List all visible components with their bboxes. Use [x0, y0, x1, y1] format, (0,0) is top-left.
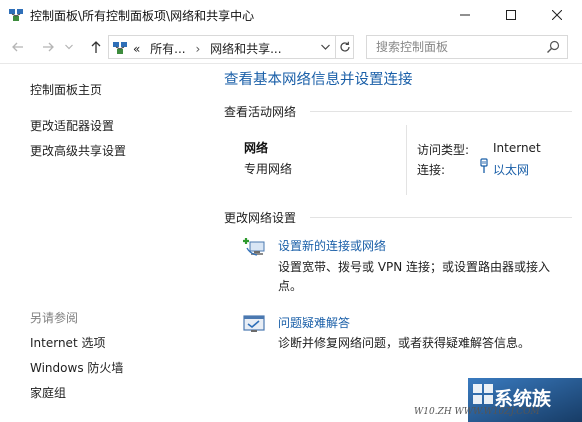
- section-divider: [310, 111, 572, 112]
- ethernet-connection-link[interactable]: 以太网: [493, 161, 529, 178]
- address-dropdown-button[interactable]: [315, 36, 335, 58]
- breadcrumb-overflow[interactable]: «: [133, 42, 140, 56]
- refresh-icon: [340, 41, 350, 52]
- sidebar-link-windows-firewall[interactable]: Windows 防火墙: [30, 359, 123, 376]
- title-bar: 控制面板\所有控制面板项\网络和共享中心: [0, 0, 582, 30]
- troubleshoot-description: 诊断并修复网络问题，或者获得疑难解答信息。: [278, 336, 531, 350]
- setup-new-connection-link[interactable]: 设置新的连接或网络: [278, 237, 386, 254]
- sidebar-link-control-panel-home[interactable]: 控制面板主页: [30, 81, 102, 98]
- up-button[interactable]: [86, 37, 106, 57]
- access-type-value: Internet: [493, 141, 541, 155]
- sidebar-link-homegroup[interactable]: 家庭组: [30, 384, 66, 401]
- access-type-label: 访问类型:: [417, 143, 470, 157]
- network-category: 专用网络: [244, 162, 293, 176]
- search-box[interactable]: [366, 35, 568, 59]
- minimize-icon: [460, 14, 470, 16]
- sidebar-link-internet-options[interactable]: Internet 选项: [30, 334, 105, 351]
- breadcrumb-item[interactable]: 所有...: [150, 42, 185, 56]
- search-icon[interactable]: [545, 39, 561, 55]
- maximize-button[interactable]: [488, 0, 534, 30]
- search-input[interactable]: [367, 36, 543, 58]
- refresh-button[interactable]: [335, 36, 354, 58]
- page-title: 查看基本网络信息并设置连接: [224, 72, 413, 88]
- window-title: 控制面板\所有控制面板项\网络和共享中心: [30, 9, 255, 23]
- navigation-bar: « 所有... › 网络和共享...: [0, 30, 582, 64]
- chevron-down-icon: [65, 44, 73, 50]
- network-name: 网络: [244, 141, 269, 155]
- change-settings-heading: 更改网络设置: [224, 211, 297, 225]
- section-divider: [310, 217, 572, 218]
- breadcrumb: « 所有... › 网络和共享...: [133, 40, 288, 57]
- arrow-left-icon: [12, 42, 23, 52]
- vertical-divider: [406, 125, 407, 195]
- setup-new-connection-description: 设置宽带、拨号或 VPN 连接；或设置路由器或接入点。: [278, 260, 551, 293]
- ethernet-icon: [480, 158, 488, 173]
- sidebar-link-change-adapter-settings[interactable]: 更改适配器设置: [30, 117, 114, 134]
- close-icon: [552, 10, 562, 20]
- arrow-up-icon: [91, 41, 101, 53]
- network-center-icon: [9, 9, 23, 21]
- troubleshoot-link[interactable]: 问题疑难解答: [278, 314, 350, 331]
- watermark-url: W10.ZH WWW.W10ZJ.COM: [414, 407, 540, 417]
- close-button[interactable]: [534, 0, 580, 30]
- breadcrumb-item[interactable]: 网络和共享...: [210, 42, 281, 56]
- minimize-button[interactable]: [442, 0, 488, 30]
- control-panel-icon: [113, 42, 127, 54]
- breadcrumb-separator-icon[interactable]: ›: [195, 42, 200, 56]
- sidebar-link-advanced-sharing[interactable]: 更改高级共享设置: [30, 142, 126, 159]
- active-networks-heading: 查看活动网络: [224, 105, 297, 119]
- back-button[interactable]: [8, 37, 28, 57]
- recent-locations-button[interactable]: [62, 37, 76, 57]
- connections-label: 连接:: [417, 163, 446, 177]
- new-connection-icon: [243, 238, 265, 256]
- arrow-right-icon: [43, 42, 54, 52]
- see-also-heading: 另请参阅: [30, 311, 79, 325]
- address-bar[interactable]: « 所有... › 网络和共享...: [108, 35, 354, 59]
- forward-button[interactable]: [38, 37, 58, 57]
- maximize-icon: [506, 10, 516, 20]
- troubleshoot-icon: [243, 315, 265, 332]
- chevron-down-icon: [320, 44, 330, 50]
